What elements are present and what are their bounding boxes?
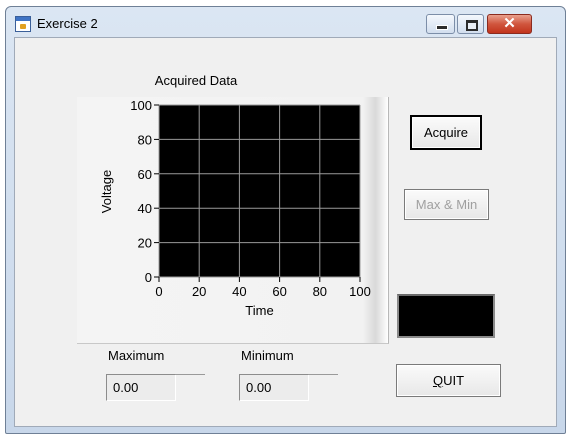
y-tick-label: 100 [130,98,152,113]
quit-mnemonic: Q [432,373,444,388]
quit-label-rest: UIT [443,373,465,388]
y-tick-label: 20 [138,236,152,251]
quit-button[interactable]: QUIT [396,364,501,397]
graph-plot: 0 20 40 60 80 100 0 20 40 60 80 100 Time [130,98,371,318]
x-tick-label: 60 [272,284,286,299]
minimum-label: Minimum [241,348,294,363]
app-icon [15,16,31,32]
plot-area [159,105,360,277]
y-tick-label: 40 [138,201,152,216]
x-tick-label: 0 [155,284,162,299]
x-tick-label: 80 [313,284,327,299]
window-title: Exercise 2 [37,16,98,31]
x-tick-label: 40 [232,284,246,299]
x-axis-label: Time [245,303,273,318]
y-axis-label: Voltage [98,169,114,213]
graph-title: Acquired Data [154,73,238,88]
app-window: Exercise 2 ✕ Acquired Data 0 20 40 60 80 100 0… [5,6,566,434]
acquire-button[interactable]: Acquire [410,115,482,150]
max-min-button[interactable]: Max & Min [404,189,489,220]
maximum-indicator: 0.00 [106,374,205,401]
minimize-button[interactable] [426,14,455,34]
front-panel: Acquired Data 0 20 40 60 80 100 0 20 40 60 80 100 Ti… [14,37,557,427]
status-indicator [397,294,495,338]
maximum-label: Maximum [108,348,165,363]
waveform-graph: 0 20 40 60 80 100 0 20 40 60 80 100 Time Voltage [77,97,389,344]
x-tick-label: 20 [192,284,206,299]
x-tick-label: 100 [349,284,371,299]
y-tick-label: 0 [145,270,152,285]
y-tick-label: 60 [138,167,152,182]
close-button[interactable]: ✕ [487,14,532,34]
y-tick-label: 80 [138,132,152,147]
maximize-button[interactable] [457,14,484,34]
minimum-indicator: 0.00 [239,374,338,401]
